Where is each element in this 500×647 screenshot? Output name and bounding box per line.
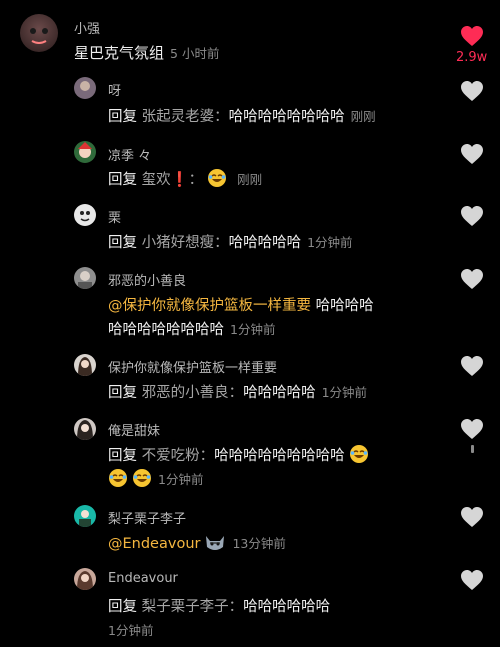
reply-username[interactable]: 俺是甜妹 xyxy=(108,420,160,439)
reply-username[interactable]: 保护你就像保护篮板一样重要 xyxy=(108,357,277,376)
heart-icon[interactable] xyxy=(460,268,484,290)
reply-target[interactable]: 张起灵老婆： xyxy=(142,109,229,125)
reply-text-continued: 1分钟前 xyxy=(108,468,203,492)
comment-time: 5 小时前 xyxy=(170,46,220,61)
reply-target[interactable]: 邪恶的小善良： xyxy=(142,385,244,401)
reply-body: 哈哈哈哈哈哈 xyxy=(243,599,331,615)
reply-label: 回复 xyxy=(108,599,137,615)
comment-username[interactable]: 小强 xyxy=(74,18,100,37)
reply-text: 回复 小猪好想瘦：哈哈哈哈哈 1分钟前 xyxy=(108,231,353,252)
heart-icon[interactable] xyxy=(460,418,484,440)
avatar[interactable] xyxy=(74,77,96,99)
laughing-emoji-icon xyxy=(207,168,227,192)
reply-time: 13分钟前 xyxy=(232,536,286,551)
reply-time: 刚刚 xyxy=(237,172,263,187)
reply-text: 回复 玺欢❗： 刚刚 xyxy=(108,168,262,192)
heart-icon[interactable] xyxy=(460,143,484,165)
reply-time: 1分钟前 xyxy=(230,322,276,337)
laughing-emoji-icon xyxy=(108,468,128,492)
cat-emoji-icon xyxy=(204,532,226,556)
heart-icon[interactable] xyxy=(460,80,484,102)
reply-text: 回复 不爱吃粉：哈哈哈哈哈哈哈哈哈 xyxy=(108,444,369,468)
reply-username[interactable]: Endeavour xyxy=(108,571,178,586)
reply-text: 回复 张起灵老婆：哈哈哈哈哈哈哈哈 刚刚 xyxy=(108,105,376,126)
heart-icon[interactable] xyxy=(460,205,484,227)
reply-time: 1分钟前 xyxy=(307,235,353,250)
laughing-emoji-icon xyxy=(349,444,369,468)
reply-username[interactable]: 凉季 々 xyxy=(108,145,151,164)
reply-target[interactable]: 小猪好想瘦： xyxy=(142,235,229,251)
reply-target[interactable]: 梨子栗子李子： xyxy=(142,599,244,615)
comment-body: 星巴克气氛组 xyxy=(74,44,165,62)
avatar[interactable] xyxy=(74,568,96,590)
reply-username[interactable]: 栗 xyxy=(108,207,121,226)
heart-icon[interactable] xyxy=(460,355,484,377)
mention-link[interactable]: @Endeavour xyxy=(108,536,200,552)
reply-username[interactable]: 呀 xyxy=(108,80,121,99)
reply-body: 哈哈哈哈哈 xyxy=(228,235,302,251)
avatar[interactable] xyxy=(74,418,96,440)
reply-username[interactable]: 邪恶的小善良 xyxy=(108,270,186,289)
reply-text: 回复 梨子栗子李子：哈哈哈哈哈哈 xyxy=(108,595,330,616)
heart-count-dot xyxy=(471,445,474,453)
reply-time: 1分钟前 xyxy=(158,472,204,487)
heart-icon[interactable] xyxy=(460,25,484,47)
reply-time: 1分钟前 xyxy=(108,623,154,638)
mention-link[interactable]: @保护你就像保护篮板一样重要 xyxy=(108,298,311,314)
reply-time: 1分钟前 xyxy=(321,385,368,400)
avatar[interactable] xyxy=(74,267,96,289)
reply-label: 回复 xyxy=(108,109,137,125)
reply-target[interactable]: 不爱吃粉： xyxy=(142,448,215,464)
reply-body: 哈哈哈哈哈哈哈哈 xyxy=(108,322,224,338)
reply-body: 哈哈哈哈哈哈哈哈哈 xyxy=(214,448,345,464)
reply-text: 回复 邪恶的小善良：哈哈哈哈哈 1分钟前 xyxy=(108,381,367,402)
reply-text-continued: 哈哈哈哈哈哈哈哈 1分钟前 xyxy=(108,318,275,339)
reply-username[interactable]: 梨子栗子李子 xyxy=(108,508,186,527)
avatar[interactable] xyxy=(74,505,96,527)
reply-body: 哈哈哈哈哈哈哈哈 xyxy=(228,109,345,125)
reply-body: 哈哈哈哈 xyxy=(315,298,374,314)
heart-icon[interactable] xyxy=(460,506,484,528)
reply-body: 哈哈哈哈哈 xyxy=(243,385,316,401)
reply-colon: ： xyxy=(188,172,204,188)
avatar[interactable] xyxy=(74,354,96,376)
reply-label: 回复 xyxy=(108,385,137,401)
avatar[interactable] xyxy=(74,141,96,163)
reply-label: 回复 xyxy=(108,235,137,251)
reply-label: 回复 xyxy=(108,448,137,464)
avatar[interactable] xyxy=(74,204,96,226)
reply-text: @Endeavour 13分钟前 xyxy=(108,532,286,556)
avatar[interactable] xyxy=(20,14,58,52)
laughing-emoji-icon xyxy=(132,468,152,492)
reply-time: 刚刚 xyxy=(350,109,376,124)
reply-target[interactable]: 玺欢 xyxy=(142,172,171,188)
heart-icon[interactable] xyxy=(460,569,484,591)
reply-text: @保护你就像保护篮板一样重要 哈哈哈哈 xyxy=(108,294,374,315)
like-count: 2.9w xyxy=(456,50,488,65)
reply-label: 回复 xyxy=(108,172,137,188)
reply-time-line: 1分钟前 xyxy=(108,620,153,639)
comment-text: 星巴克气氛组 5 小时前 xyxy=(74,42,219,63)
exclamation-icon: ❗ xyxy=(170,172,189,188)
